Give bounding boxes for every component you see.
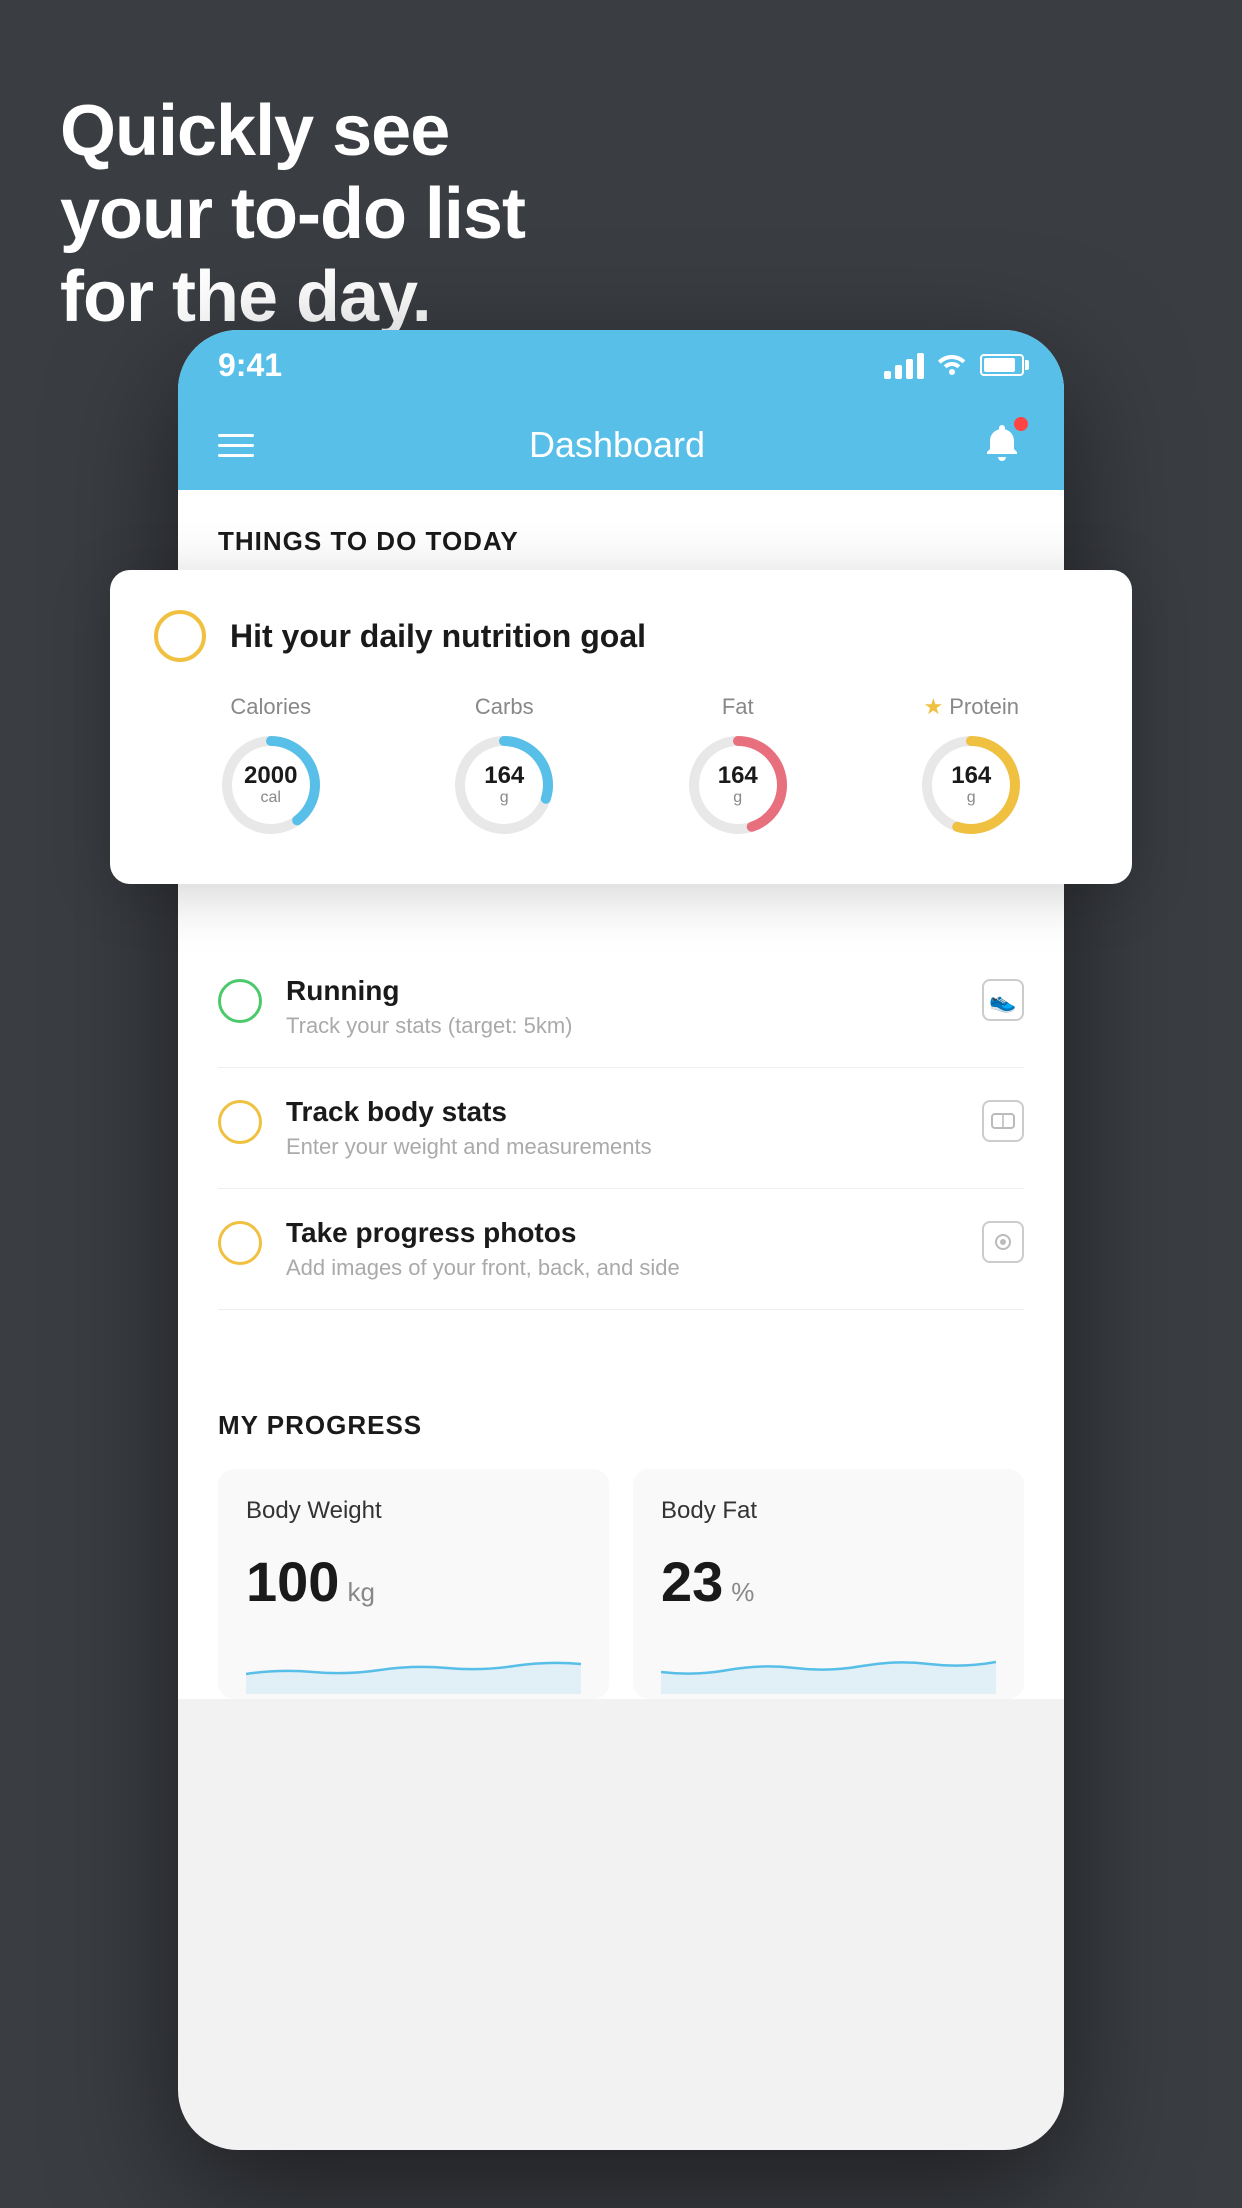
donut-value-protein: 164 xyxy=(951,763,991,789)
progress-header: MY PROGRESS xyxy=(218,1410,1024,1441)
status-bar: 9:41 xyxy=(178,330,1064,400)
task-circle-nutrition xyxy=(154,610,206,662)
donut-value-calories: 2000 xyxy=(244,763,297,789)
donut-value-fat: 164 xyxy=(718,763,758,789)
nutrition-label-fat: Fat xyxy=(722,694,754,720)
todo-text-photos: Take progress photos Add images of your … xyxy=(286,1217,958,1281)
nutrition-item-carbs: Carbs 164 g xyxy=(449,694,559,840)
todo-text-running: Running Track your stats (target: 5km) xyxy=(286,975,958,1039)
hero-line3: for the day. xyxy=(60,256,525,339)
todo-list: Running Track your stats (target: 5km) 👟… xyxy=(178,947,1064,1310)
running-icon: 👟 xyxy=(982,979,1024,1026)
weight-unit: kg xyxy=(347,1577,374,1608)
section-header: THINGS TO DO TODAY xyxy=(178,490,1064,577)
hero-text: Quickly see your to-do list for the day. xyxy=(60,90,525,338)
donut-value-carbs: 164 xyxy=(484,763,524,789)
signal-bars-icon xyxy=(884,351,924,379)
donut-carbs: 164 g xyxy=(449,730,559,840)
card-header: Hit your daily nutrition goal xyxy=(154,610,1088,662)
progress-card-bodyfat-title: Body Fat xyxy=(661,1497,996,1525)
todo-circle-running xyxy=(218,979,262,1023)
hero-line1: Quickly see xyxy=(60,90,525,173)
todo-text-body-stats: Track body stats Enter your weight and m… xyxy=(286,1096,958,1160)
bell-notification-button[interactable] xyxy=(980,421,1024,470)
todo-title-running: Running xyxy=(286,975,958,1007)
hero-line2: your to-do list xyxy=(60,173,525,256)
donut-fat: 164 g xyxy=(683,730,793,840)
nutrition-label-protein: ★ Protein xyxy=(924,694,1019,720)
progress-card-weight-value: 100 kg xyxy=(246,1549,581,1614)
weight-number: 100 xyxy=(246,1549,339,1614)
nutrition-label-carbs: Carbs xyxy=(475,694,534,720)
nutrition-item-calories: Calories 2000 cal xyxy=(216,694,326,840)
bodyfat-number: 23 xyxy=(661,1549,723,1614)
card-title-nutrition: Hit your daily nutrition goal xyxy=(230,618,646,655)
weight-sparkline xyxy=(246,1634,581,1694)
progress-card-weight[interactable]: Body Weight 100 kg xyxy=(218,1469,609,1699)
todo-circle-body-stats xyxy=(218,1100,262,1144)
bodyfat-unit: % xyxy=(731,1577,754,1608)
donut-unit-protein: g xyxy=(951,789,991,807)
bodyfat-sparkline xyxy=(661,1634,996,1694)
svg-text:👟: 👟 xyxy=(989,988,1016,1014)
todo-subtitle-body-stats: Enter your weight and measurements xyxy=(286,1134,958,1160)
wifi-icon xyxy=(936,349,968,382)
donut-unit-calories: cal xyxy=(244,789,297,807)
photo-icon xyxy=(982,1221,1024,1268)
progress-card-bodyfat[interactable]: Body Fat 23 % xyxy=(633,1469,1024,1699)
progress-card-bodyfat-value: 23 % xyxy=(661,1549,996,1614)
status-time: 9:41 xyxy=(218,347,282,384)
progress-section: MY PROGRESS Body Weight 100 kg Bod xyxy=(178,1370,1064,1699)
progress-card-weight-title: Body Weight xyxy=(246,1497,581,1525)
todo-subtitle-running: Track your stats (target: 5km) xyxy=(286,1013,958,1039)
donut-unit-fat: g xyxy=(718,789,758,807)
donut-unit-carbs: g xyxy=(484,789,524,807)
todo-title-body-stats: Track body stats xyxy=(286,1096,958,1128)
todo-item-progress-photos[interactable]: Take progress photos Add images of your … xyxy=(218,1189,1024,1310)
nutrition-row: Calories 2000 cal Carbs xyxy=(154,694,1088,840)
nutrition-item-fat: Fat 164 g xyxy=(683,694,793,840)
donut-calories: 2000 cal xyxy=(216,730,326,840)
todo-title-photos: Take progress photos xyxy=(286,1217,958,1249)
nav-bar: Dashboard xyxy=(178,400,1064,490)
nav-title: Dashboard xyxy=(529,424,705,466)
battery-icon xyxy=(980,354,1024,376)
nutrition-item-protein: ★ Protein 164 g xyxy=(916,694,1026,840)
star-icon: ★ xyxy=(924,694,944,720)
nutrition-label-calories: Calories xyxy=(230,694,311,720)
donut-protein: 164 g xyxy=(916,730,1026,840)
todo-item-body-stats[interactable]: Track body stats Enter your weight and m… xyxy=(218,1068,1024,1189)
protein-label-text: Protein xyxy=(949,694,1019,720)
status-icons xyxy=(884,349,1024,382)
notification-dot xyxy=(1014,417,1028,431)
todo-subtitle-photos: Add images of your front, back, and side xyxy=(286,1255,958,1281)
scale-icon xyxy=(982,1100,1024,1147)
nutrition-card: Hit your daily nutrition goal Calories 2… xyxy=(110,570,1132,884)
todo-circle-photos xyxy=(218,1221,262,1265)
todo-item-running[interactable]: Running Track your stats (target: 5km) 👟 xyxy=(218,947,1024,1068)
hamburger-menu-button[interactable] xyxy=(218,434,254,457)
progress-cards: Body Weight 100 kg Body Fat 23 % xyxy=(218,1469,1024,1699)
